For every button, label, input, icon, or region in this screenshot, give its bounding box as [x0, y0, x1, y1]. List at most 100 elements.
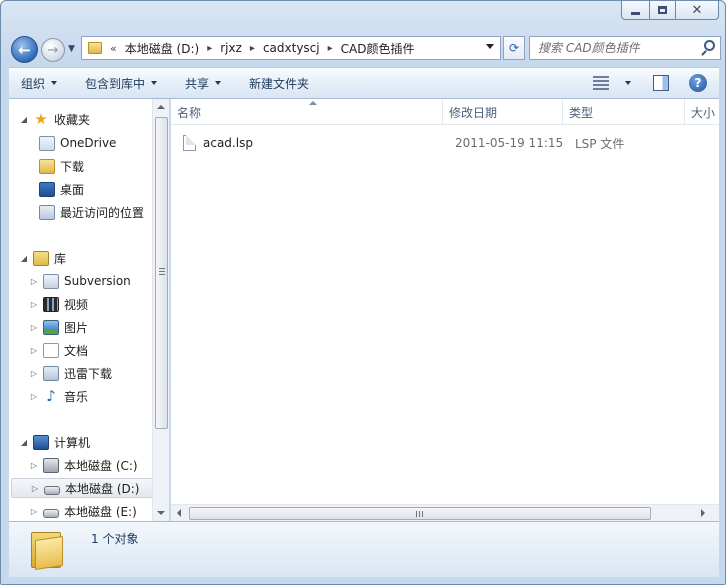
tree-documents[interactable]: ▷ 文档	[29, 340, 88, 360]
tree-recent-places[interactable]: 最近访问的位置	[39, 202, 144, 222]
onedrive-icon	[39, 135, 55, 151]
breadcrumb-separator-icon[interactable]: ▸	[207, 43, 212, 54]
organize-button[interactable]: 组织	[21, 75, 58, 92]
tree-onedrive[interactable]: OneDrive	[39, 133, 116, 153]
tree-computer[interactable]: ◢ 计算机	[19, 432, 90, 452]
collapse-icon[interactable]: ◢	[19, 115, 29, 124]
close-icon: ✕	[691, 2, 703, 18]
refresh-icon: ⟳	[508, 41, 520, 55]
expand-icon[interactable]: ▷	[29, 461, 39, 470]
tree-label: OneDrive	[60, 136, 117, 150]
column-header-row: 名称 修改日期 类型 大小	[171, 99, 719, 125]
tree-favorites[interactable]: ◢ ★ 收藏夹	[19, 109, 90, 129]
tree-desktop[interactable]: 桌面	[39, 179, 84, 199]
system-drive-icon	[43, 457, 59, 473]
expand-icon[interactable]: ▷	[29, 277, 39, 286]
help-icon[interactable]: ?	[689, 74, 707, 92]
videos-icon	[43, 296, 59, 312]
horizontal-scroll-thumb[interactable]	[189, 507, 651, 520]
collapse-icon[interactable]: ◢	[19, 254, 29, 263]
tree-label: 文档	[64, 343, 89, 358]
expand-icon[interactable]: ▷	[29, 323, 39, 332]
tree-music[interactable]: ▷ ♪ 音乐	[29, 386, 88, 406]
tree-pictures[interactable]: ▷ 图片	[29, 317, 88, 337]
tree-subversion[interactable]: ▷ Subversion	[29, 271, 131, 291]
grip-icon	[416, 511, 424, 517]
expand-icon[interactable]: ▷	[29, 300, 39, 309]
favorites-star-icon: ★	[34, 109, 48, 128]
search-box[interactable]	[529, 36, 721, 60]
toolbar-right: ?	[593, 74, 707, 92]
file-row[interactable]: acad.lsp 2011-05-19 11:15 LSP 文件	[183, 133, 713, 153]
libraries-icon	[33, 250, 49, 266]
column-header-type[interactable]: 类型	[563, 99, 685, 125]
close-button[interactable]: ✕	[675, 1, 719, 20]
command-bar: 组织 包含到库中 共享 新建文件夹 ?	[9, 67, 719, 99]
address-dropdown-icon[interactable]	[486, 44, 494, 49]
tree-drive-d[interactable]: ▷ 本地磁盘 (D:)	[11, 478, 157, 498]
scroll-down-icon[interactable]	[157, 511, 165, 515]
downloads-icon	[39, 158, 55, 174]
expand-icon[interactable]: ▷	[29, 369, 39, 378]
scroll-up-icon[interactable]	[157, 105, 165, 109]
address-bar[interactable]: « 本地磁盘 (D:) ▸ rjxz ▸ cadxtyscj ▸ CAD颜色插件	[81, 36, 501, 60]
include-in-library-button[interactable]: 包含到库中	[85, 75, 158, 92]
navigation-pane: ◢ ★ 收藏夹 OneDrive 下载 桌面 最近访问的位置 ◢ 库 ▷ Sub…	[9, 99, 169, 521]
preview-pane-icon[interactable]	[653, 75, 669, 91]
new-folder-label: 新建文件夹	[249, 76, 310, 91]
organize-label: 组织	[21, 76, 46, 91]
minimize-button[interactable]	[621, 1, 649, 20]
expand-icon[interactable]: ▷	[29, 507, 39, 516]
breadcrumb-separator-icon[interactable]: ▸	[250, 43, 255, 54]
recent-pages-dropdown[interactable]: ▼	[68, 44, 75, 54]
folder-icon	[88, 42, 102, 54]
back-arrow-icon: ←	[18, 40, 31, 59]
refresh-button[interactable]: ⟳	[503, 36, 525, 60]
new-folder-button[interactable]: 新建文件夹	[249, 75, 309, 92]
expand-icon[interactable]: ▷	[30, 484, 40, 493]
tree-drive-c[interactable]: ▷ 本地磁盘 (C:)	[29, 455, 138, 475]
breadcrumb-rjxz[interactable]: rjxz	[220, 41, 242, 55]
maximize-button[interactable]	[649, 1, 675, 20]
view-options-icon[interactable]	[593, 76, 609, 90]
tree-thunder-downloads[interactable]: ▷ 迅雷下载	[29, 363, 112, 383]
tree-drive-e[interactable]: ▷ 本地磁盘 (E:)	[29, 501, 137, 521]
tree-videos[interactable]: ▷ 视频	[29, 294, 88, 314]
nav-pane-scrollbar[interactable]	[152, 99, 169, 521]
column-header-size[interactable]: 大小	[685, 99, 719, 125]
breadcrumb-current-folder[interactable]: CAD颜色插件	[341, 40, 415, 57]
collapse-icon[interactable]: ◢	[19, 438, 29, 447]
tree-label: 本地磁盘 (C:)	[64, 458, 138, 473]
documents-icon	[43, 342, 59, 358]
expand-icon[interactable]: ▷	[29, 392, 39, 401]
search-icon[interactable]	[704, 40, 715, 51]
breadcrumb-separator-icon[interactable]: ▸	[328, 43, 333, 54]
chevron-down-icon	[151, 81, 158, 85]
pictures-icon	[43, 319, 59, 335]
tree-label: 桌面	[60, 182, 85, 197]
view-options-dropdown-icon[interactable]	[625, 81, 631, 85]
file-modified: 2011-05-19 11:15	[455, 136, 564, 150]
back-button[interactable]: ←	[11, 36, 38, 63]
tree-libraries[interactable]: ◢ 库	[19, 248, 66, 268]
search-input[interactable]	[538, 37, 698, 59]
forward-button[interactable]: →	[41, 38, 65, 62]
breadcrumb-overflow[interactable]: «	[110, 42, 117, 55]
subversion-icon	[43, 273, 59, 289]
scroll-right-icon[interactable]	[701, 509, 705, 517]
breadcrumb-drive-d[interactable]: 本地磁盘 (D:)	[125, 40, 199, 57]
column-header-modified[interactable]: 修改日期	[443, 99, 563, 125]
breadcrumb-cadxtyscj[interactable]: cadxtyscj	[263, 41, 320, 55]
explorer-window: ✕ ← → ▼ « 本地磁盘 (D:) ▸ rjxz ▸ cadxtyscj ▸…	[0, 0, 726, 585]
column-header-name[interactable]: 名称	[171, 99, 443, 125]
tree-downloads[interactable]: 下载	[39, 156, 84, 176]
share-button[interactable]: 共享	[185, 75, 222, 92]
tree-label: 视频	[64, 297, 89, 312]
navigation-bar: ← → ▼ « 本地磁盘 (D:) ▸ rjxz ▸ cadxtyscj ▸ C…	[9, 35, 721, 63]
scroll-left-icon[interactable]	[177, 509, 181, 517]
expand-icon[interactable]: ▷	[29, 346, 39, 355]
nav-scroll-thumb[interactable]	[155, 117, 168, 429]
tree-label: 迅雷下载	[64, 366, 113, 381]
file-list-horizontal-scrollbar[interactable]	[171, 504, 719, 521]
forward-arrow-icon: →	[47, 42, 59, 58]
